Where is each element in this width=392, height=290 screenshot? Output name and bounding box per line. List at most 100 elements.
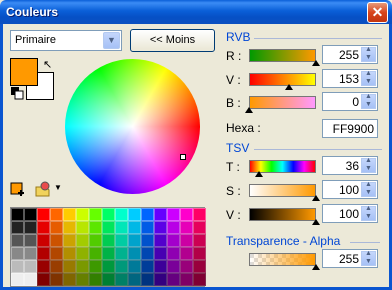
red-slider-thumb[interactable] (312, 60, 320, 66)
alpha-slider[interactable] (249, 253, 316, 266)
palette-swatch[interactable] (115, 221, 128, 234)
palette-swatch[interactable] (167, 247, 180, 260)
green-spinner[interactable] (361, 70, 376, 86)
palette-swatch[interactable] (193, 247, 206, 260)
palette-swatch[interactable] (141, 234, 154, 247)
primary-color-swatch[interactable] (10, 58, 38, 86)
color-wheel-marker[interactable] (180, 154, 186, 160)
palette-swatch[interactable] (89, 234, 102, 247)
alpha-slider-thumb[interactable] (312, 264, 320, 270)
palette-swatch[interactable] (193, 273, 206, 286)
palette-swatch[interactable] (89, 260, 102, 273)
palette-swatch[interactable] (180, 247, 193, 260)
palette-swatch[interactable] (154, 208, 167, 221)
palette-swatch[interactable] (37, 260, 50, 273)
palette-swatch[interactable] (11, 247, 24, 260)
saturation-slider[interactable] (249, 184, 316, 197)
palette-swatch[interactable] (24, 273, 37, 286)
palette-swatch[interactable] (154, 234, 167, 247)
palette-swatch[interactable] (102, 221, 115, 234)
palette-swatch[interactable] (180, 234, 193, 247)
palette-swatch[interactable] (89, 221, 102, 234)
saturation-slider-thumb[interactable] (312, 195, 320, 201)
palette-swatch[interactable] (63, 234, 76, 247)
swap-colors-icon[interactable]: ↖ (43, 58, 52, 71)
palette-swatch[interactable] (115, 273, 128, 286)
palette-swatch[interactable] (141, 221, 154, 234)
palette-swatch[interactable] (89, 247, 102, 260)
blue-slider-thumb[interactable] (245, 107, 253, 113)
palette-swatch[interactable] (102, 234, 115, 247)
color-palette[interactable] (10, 207, 206, 287)
palette-swatch[interactable] (76, 247, 89, 260)
add-color-icon[interactable] (10, 181, 26, 197)
palette-swatch[interactable] (76, 234, 89, 247)
red-spinner[interactable] (361, 46, 376, 62)
palette-swatch[interactable] (11, 208, 24, 221)
palette-swatch[interactable] (63, 221, 76, 234)
palette-swatch[interactable] (128, 221, 141, 234)
palette-swatch[interactable] (37, 234, 50, 247)
palette-swatch[interactable] (63, 247, 76, 260)
value-slider[interactable] (249, 208, 316, 221)
palette-swatch[interactable] (76, 221, 89, 234)
palette-swatch[interactable] (141, 273, 154, 286)
reset-colors-icon[interactable] (10, 86, 24, 100)
green-slider[interactable] (249, 73, 316, 86)
palette-swatch[interactable] (11, 221, 24, 234)
palette-swatch[interactable] (76, 208, 89, 221)
palette-swatch[interactable] (128, 260, 141, 273)
palette-swatch[interactable] (115, 208, 128, 221)
palette-menu-icon[interactable] (35, 181, 51, 197)
palette-swatch[interactable] (180, 221, 193, 234)
palette-swatch[interactable] (24, 260, 37, 273)
palette-swatch[interactable] (89, 273, 102, 286)
palette-swatch[interactable] (63, 260, 76, 273)
palette-swatch[interactable] (37, 208, 50, 221)
palette-swatch[interactable] (128, 208, 141, 221)
value-slider-thumb[interactable] (312, 219, 320, 225)
palette-swatch[interactable] (37, 221, 50, 234)
hue-slider-thumb[interactable] (255, 171, 263, 177)
hex-input[interactable]: FF9900 (322, 119, 378, 138)
alpha-input[interactable]: 255 (322, 249, 378, 268)
palette-swatch[interactable] (37, 273, 50, 286)
palette-swatch[interactable] (76, 260, 89, 273)
palette-swatch[interactable] (154, 260, 167, 273)
palette-swatch[interactable] (167, 273, 180, 286)
palette-swatch[interactable] (11, 234, 24, 247)
palette-swatch[interactable] (50, 234, 63, 247)
palette-swatch[interactable] (102, 260, 115, 273)
palette-swatch[interactable] (154, 221, 167, 234)
close-button[interactable]: ✕ (367, 2, 388, 23)
value-spinner[interactable] (361, 205, 376, 221)
hue-spinner[interactable] (361, 157, 376, 173)
palette-swatch[interactable] (180, 273, 193, 286)
palette-swatch[interactable] (167, 221, 180, 234)
palette-swatch[interactable] (141, 247, 154, 260)
green-input[interactable]: 153 (322, 69, 378, 88)
palette-swatch[interactable] (193, 260, 206, 273)
palette-swatch[interactable] (180, 208, 193, 221)
value-input[interactable]: 100 (322, 204, 378, 223)
palette-swatch[interactable] (50, 208, 63, 221)
palette-swatch[interactable] (115, 260, 128, 273)
palette-swatch[interactable] (50, 247, 63, 260)
palette-dropdown-icon[interactable]: ▼ (54, 183, 70, 199)
palette-swatch[interactable] (167, 234, 180, 247)
palette-swatch[interactable] (167, 260, 180, 273)
palette-swatch[interactable] (193, 221, 206, 234)
palette-swatch[interactable] (154, 247, 167, 260)
palette-swatch[interactable] (37, 247, 50, 260)
palette-swatch[interactable] (11, 273, 24, 286)
palette-swatch[interactable] (24, 208, 37, 221)
palette-swatch[interactable] (24, 221, 37, 234)
red-slider[interactable] (249, 49, 316, 62)
palette-swatch[interactable] (141, 260, 154, 273)
palette-swatch[interactable] (141, 208, 154, 221)
chevron-down-icon[interactable]: ▼ (103, 32, 120, 49)
blue-input[interactable]: 0 (322, 92, 378, 111)
palette-swatch[interactable] (193, 208, 206, 221)
blue-spinner[interactable] (361, 93, 376, 109)
palette-swatch[interactable] (63, 273, 76, 286)
